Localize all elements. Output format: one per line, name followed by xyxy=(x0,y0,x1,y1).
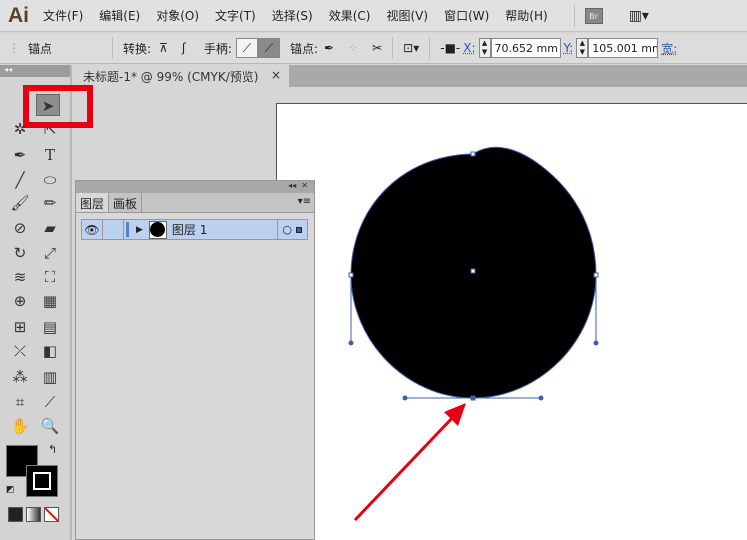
layer-color-bar xyxy=(126,222,129,237)
expand-arrow-icon[interactable]: ▶ xyxy=(136,225,143,235)
panel-controls[interactable]: ◂◂ ✕ xyxy=(76,181,314,193)
highlight-box xyxy=(23,85,93,128)
target-circle-icon[interactable]: ○ xyxy=(282,223,292,236)
layers-panel: ◂◂ ✕ 图层 画板 ▾≡ 👁 ▶ 图层 1 ○ xyxy=(75,180,315,540)
selection-indicator-icon[interactable] xyxy=(296,226,302,233)
panel-menu-icon[interactable]: ▾≡ xyxy=(295,193,314,212)
layer-thumbnail xyxy=(148,220,167,239)
lock-toggle[interactable] xyxy=(102,220,124,239)
tab-artboards[interactable]: 画板 xyxy=(109,193,143,212)
visibility-eye-icon[interactable]: 👁 xyxy=(82,223,102,237)
tab-layers[interactable]: 图层 xyxy=(76,193,110,212)
layer-name[interactable]: 图层 1 xyxy=(172,221,207,238)
layer-row[interactable]: 👁 ▶ 图层 1 ○ xyxy=(81,219,308,240)
red-arrow-annotation xyxy=(353,403,466,522)
